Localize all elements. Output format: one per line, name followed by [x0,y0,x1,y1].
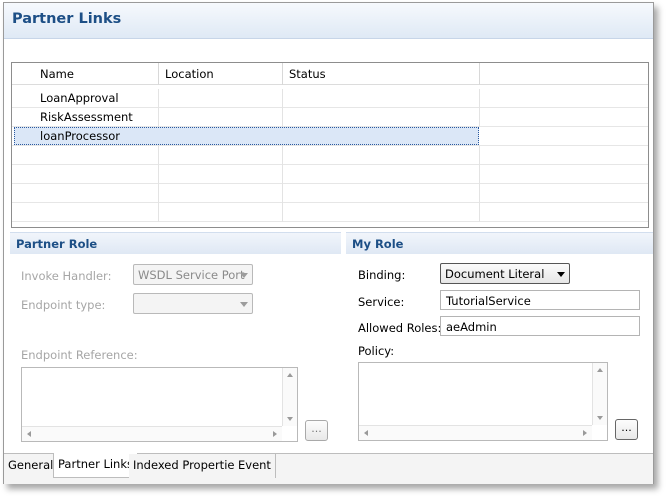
scroll-down-icon[interactable] [597,416,603,420]
chevron-down-icon [240,273,248,278]
table-row-selected[interactable]: loanProcessor [12,127,648,146]
endpoint-type-select[interactable] [133,293,253,314]
tab-general[interactable]: General [4,454,59,478]
horizontal-scrollbar[interactable] [22,426,282,441]
policy-textarea[interactable] [358,362,608,441]
endpoint-type-label: Endpoint type: [21,298,106,312]
service-value: TutorialService [446,294,531,308]
table-row-empty [12,146,648,165]
scroll-up-icon[interactable] [287,373,293,377]
endpoint-reference-label: Endpoint Reference: [21,348,138,362]
row-location-cell [159,108,283,127]
invoke-handler-label: Invoke Handler: [21,269,112,283]
table-row[interactable]: RiskAssessment [12,108,648,127]
scroll-right-icon[interactable] [583,430,587,436]
row-status-cell [283,89,480,108]
column-header-name[interactable]: Name [34,63,159,85]
table-row-empty [12,165,648,184]
scroll-left-icon[interactable] [364,430,368,436]
partner-links-table[interactable]: Name Location Status LoanApproval RiskAs… [11,62,649,228]
service-label: Service: [358,295,405,309]
row-location-cell [159,89,283,108]
row-status-cell [283,127,480,146]
my-role-section-header: My Role [346,232,653,254]
table-row-empty [12,203,648,222]
invoke-handler-select[interactable]: WSDL Service Port [133,264,253,285]
partner-role-section-header: Partner Role [10,232,341,254]
scroll-right-icon[interactable] [273,431,277,437]
tab-event[interactable]: Event [234,454,276,478]
row-name-cell: loanProcessor [40,129,120,143]
binding-value: Document Literal [445,267,545,281]
column-header-location[interactable]: Location [159,63,283,85]
table-header: Name Location Status [12,63,648,85]
binding-select[interactable]: Document Literal [440,263,570,284]
row-status-cell [283,108,480,127]
chevron-down-icon [557,272,565,277]
chevron-down-icon [240,302,248,307]
row-name-cell: LoanApproval [34,89,159,108]
scroll-up-icon[interactable] [597,368,603,372]
scroll-down-icon[interactable] [287,417,293,421]
partner-links-panel: Partner Links Name Location Status LoanA… [3,2,654,484]
scroll-left-icon[interactable] [27,431,31,437]
page-title: Partner Links [12,11,122,27]
horizontal-scrollbar[interactable] [359,425,592,440]
tab-partner-links[interactable]: Partner Links [53,453,138,478]
partner-role-title: Partner Role [16,237,98,251]
column-header-status[interactable]: Status [283,63,480,85]
invoke-handler-value: WSDL Service Port [138,268,245,282]
policy-label: Policy: [358,344,395,358]
vertical-scrollbar[interactable] [282,368,297,426]
policy-browse-button[interactable]: ... [615,419,638,440]
endpoint-reference-textarea[interactable] [21,367,298,442]
tab-indexed-properties[interactable]: Indexed Properties [129,454,246,478]
properties-tab-bar: General Partner Links Indexed Properties… [4,453,653,484]
service-field[interactable]: TutorialService [440,290,640,310]
binding-label: Binding: [358,268,406,282]
allowed-roles-field[interactable]: aeAdmin [440,316,640,336]
row-location-cell [159,127,283,146]
allowed-roles-label: Allowed Roles: [358,321,442,335]
endpoint-reference-browse-button[interactable]: ... [305,420,328,441]
allowed-roles-value: aeAdmin [446,320,497,334]
vertical-scrollbar[interactable] [592,363,607,425]
my-role-title: My Role [352,237,404,251]
table-row-empty [12,184,648,203]
row-name-cell: RiskAssessment [34,108,159,127]
table-row[interactable]: LoanApproval [12,89,648,108]
panel-header: Partner Links [4,3,653,39]
